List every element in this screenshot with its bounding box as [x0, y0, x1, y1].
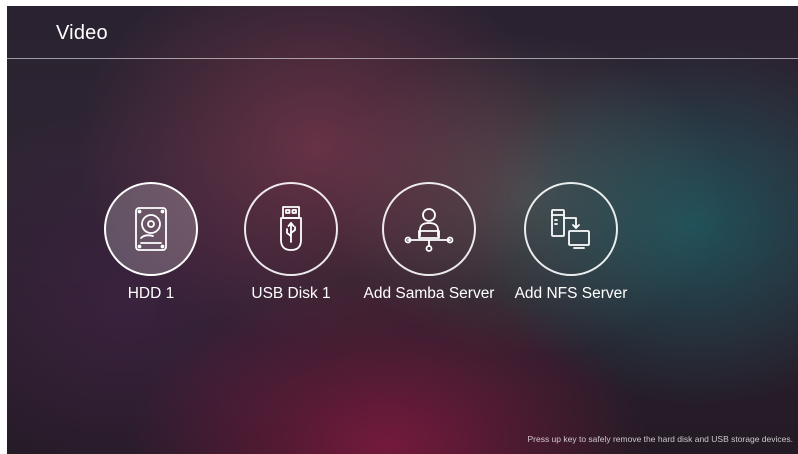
source-item-add-samba-server[interactable]: Add Samba Server	[359, 182, 499, 312]
icon-circle	[524, 182, 618, 276]
source-item-hdd-1[interactable]: HDD 1	[81, 182, 221, 312]
hard-disk-icon	[135, 207, 167, 251]
source-label: HDD 1	[127, 285, 175, 302]
nfs-server-icon	[551, 209, 590, 249]
source-label: USB Disk 1	[251, 285, 331, 302]
source-label: Add NFS Server	[514, 285, 628, 302]
source-item-usb-disk-1[interactable]: USB Disk 1	[221, 182, 361, 312]
source-label: Add Samba Server	[363, 285, 495, 302]
samba-network-icon	[404, 208, 454, 252]
source-list: HDD 1 USB Disk 1 Add Samba Server Add NF…	[7, 6, 798, 454]
icon-circle	[104, 182, 198, 276]
icon-circle	[244, 182, 338, 276]
usb-drive-icon	[280, 206, 302, 251]
video-screen: Video HDD 1 USB Disk 1 Add Samba Server …	[7, 6, 798, 454]
safe-remove-hint: Press up key to safely remove the hard d…	[527, 434, 793, 444]
icon-circle	[382, 182, 476, 276]
source-item-add-nfs-server[interactable]: Add NFS Server	[501, 182, 641, 312]
